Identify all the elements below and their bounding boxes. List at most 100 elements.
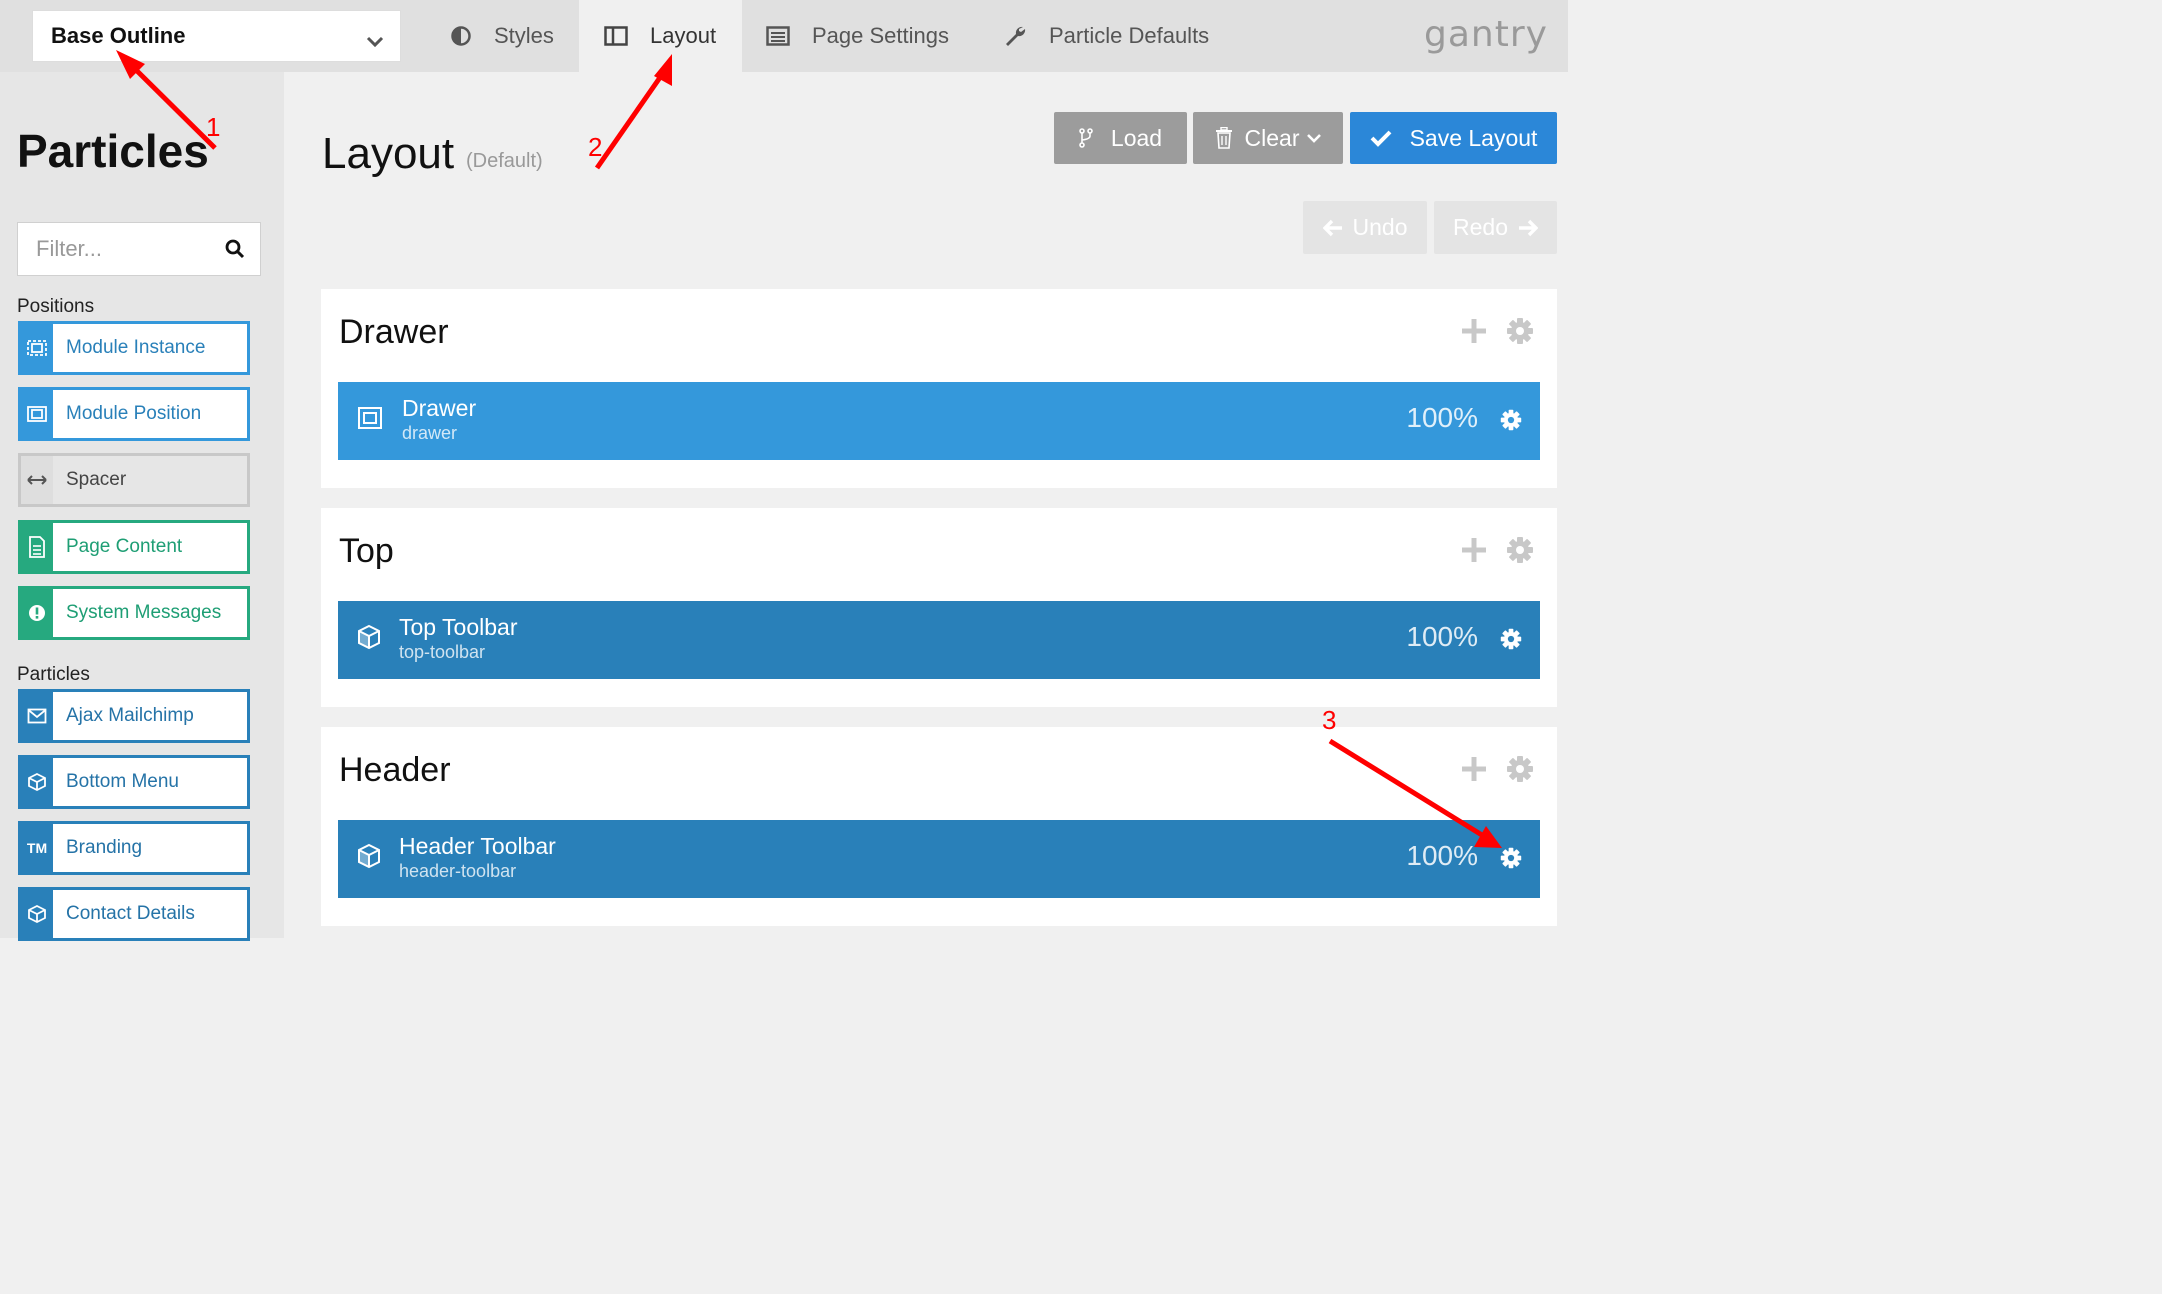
block-width-percent: 100% <box>1406 621 1478 652</box>
envelope-icon <box>21 692 53 740</box>
block-subtitle: top-toolbar <box>399 642 486 662</box>
clear-button-label: Clear <box>1244 124 1300 151</box>
particle-branding[interactable]: TM Branding <box>18 821 250 875</box>
annotation-number-2: 2 <box>588 132 603 162</box>
block-subtitle: drawer <box>402 423 458 443</box>
cube-icon <box>356 842 382 875</box>
gear-icon[interactable] <box>1500 628 1522 655</box>
section-title: Top <box>339 532 394 570</box>
load-button-label: Load <box>1110 124 1163 151</box>
arrow-left-icon <box>1322 219 1343 237</box>
chevron-down-icon <box>366 29 384 55</box>
positions-heading: Positions <box>17 296 95 317</box>
particle-label: Ajax Mailchimp <box>66 705 194 726</box>
block-title: Drawer <box>402 395 477 421</box>
arrow-right-icon <box>1518 219 1538 237</box>
particle-filter <box>17 222 261 276</box>
trademark-icon: TM <box>21 824 53 872</box>
tab-page-settings[interactable]: Page Settings <box>766 0 949 72</box>
cube-icon <box>21 758 53 806</box>
block-title: Header Toolbar <box>399 833 556 859</box>
page-subtitle: (Default) <box>466 150 543 172</box>
clear-button[interactable]: Clear <box>1193 112 1343 164</box>
contrast-icon <box>450 25 472 47</box>
save-layout-button-label: Save Layout <box>1409 124 1538 151</box>
particle-page-content[interactable]: Page Content <box>18 520 250 574</box>
columns-icon <box>604 26 628 46</box>
undo-button-label: Undo <box>1352 214 1408 240</box>
gear-icon[interactable] <box>1500 847 1522 874</box>
gear-icon[interactable] <box>1506 317 1534 350</box>
trash-icon <box>1215 127 1233 149</box>
outline-selector-value: Base Outline <box>51 23 186 48</box>
section-header: Header Header Toolbar header-toolbar 100… <box>321 727 1557 926</box>
gear-icon[interactable] <box>1506 536 1534 569</box>
search-icon[interactable] <box>224 238 246 265</box>
gear-icon[interactable] <box>1506 755 1534 788</box>
annotation-number-1: 1 <box>206 112 221 142</box>
load-button[interactable]: Load <box>1054 112 1187 164</box>
arrows-h-icon <box>21 456 53 504</box>
exclamation-circle-icon <box>21 589 53 637</box>
file-text-icon <box>21 523 53 571</box>
code-fork-icon <box>1079 128 1093 148</box>
particle-label: Branding <box>66 837 143 858</box>
section-title: Drawer <box>339 313 449 351</box>
tab-particle-defaults-label: Particle Defaults <box>1049 23 1210 48</box>
particle-module-position[interactable]: Module Position <box>18 387 250 441</box>
cube-icon <box>21 890 53 938</box>
particle-module-instance[interactable]: Module Instance <box>18 321 250 375</box>
block-title: Top Toolbar <box>399 614 518 640</box>
particle-spacer[interactable]: Spacer <box>18 453 250 507</box>
module-instance-icon <box>21 324 53 372</box>
redo-button[interactable]: Redo <box>1434 201 1557 254</box>
particle-block-drawer[interactable]: Drawer drawer 100% <box>338 382 1540 460</box>
outline-selector[interactable]: Base Outline <box>32 10 401 62</box>
wrench-icon <box>1003 24 1027 48</box>
module-position-icon <box>21 390 53 438</box>
top-navigation-bar: Base Outline Styles Layout Page Settings… <box>0 0 1568 72</box>
save-layout-button[interactable]: Save Layout <box>1350 112 1557 164</box>
plus-icon[interactable] <box>1461 318 1487 349</box>
cube-icon <box>356 623 382 656</box>
particle-block-header-toolbar[interactable]: Header Toolbar header-toolbar 100% <box>338 820 1540 898</box>
check-icon <box>1370 129 1392 147</box>
page-title: Layout <box>322 129 455 178</box>
particle-bottom-menu[interactable]: Bottom Menu <box>18 755 250 809</box>
tab-layout-label: Layout <box>650 23 717 48</box>
tab-layout[interactable]: Layout <box>579 0 742 72</box>
tab-styles[interactable]: Styles <box>440 0 578 72</box>
particle-label: Bottom Menu <box>66 771 179 792</box>
section-title: Header <box>339 751 451 789</box>
list-icon <box>766 26 790 46</box>
particle-label: Module Position <box>66 403 202 424</box>
particle-label: Spacer <box>66 469 127 490</box>
particles-heading: Particles <box>17 664 90 685</box>
particle-ajax-mailchimp[interactable]: Ajax Mailchimp <box>18 689 250 743</box>
tab-particle-defaults[interactable]: Particle Defaults <box>1003 0 1209 72</box>
gear-icon[interactable] <box>1500 409 1522 436</box>
undo-button[interactable]: Undo <box>1303 201 1427 254</box>
block-width-percent: 100% <box>1406 840 1478 871</box>
module-position-icon <box>356 404 384 437</box>
redo-button-label: Redo <box>1453 214 1508 240</box>
plus-icon[interactable] <box>1461 537 1487 568</box>
particle-label: Page Content <box>66 536 183 557</box>
sidebar-title: Particles <box>17 125 209 177</box>
plus-icon[interactable] <box>1461 756 1487 787</box>
section-top: Top Top Toolbar top-toolbar 100% <box>321 508 1557 707</box>
particles-sidebar: Particles Positions Module Instance Modu… <box>0 72 284 941</box>
block-width-percent: 100% <box>1406 402 1478 433</box>
section-drawer: Drawer Drawer drawer 100% <box>321 289 1557 488</box>
particle-block-top-toolbar[interactable]: Top Toolbar top-toolbar 100% <box>338 601 1540 679</box>
particle-label: System Messages <box>66 602 222 623</box>
filter-input[interactable] <box>18 235 218 263</box>
particle-contact-details[interactable]: Contact Details <box>18 887 250 941</box>
particle-label: Module Instance <box>66 337 206 358</box>
block-subtitle: header-toolbar <box>399 861 517 881</box>
particle-system-messages[interactable]: System Messages <box>18 586 250 640</box>
chevron-down-icon <box>1307 133 1322 143</box>
tab-styles-label: Styles <box>494 23 554 48</box>
gantry-logo: gantry <box>1424 14 1548 55</box>
tab-page-settings-label: Page Settings <box>812 23 949 48</box>
